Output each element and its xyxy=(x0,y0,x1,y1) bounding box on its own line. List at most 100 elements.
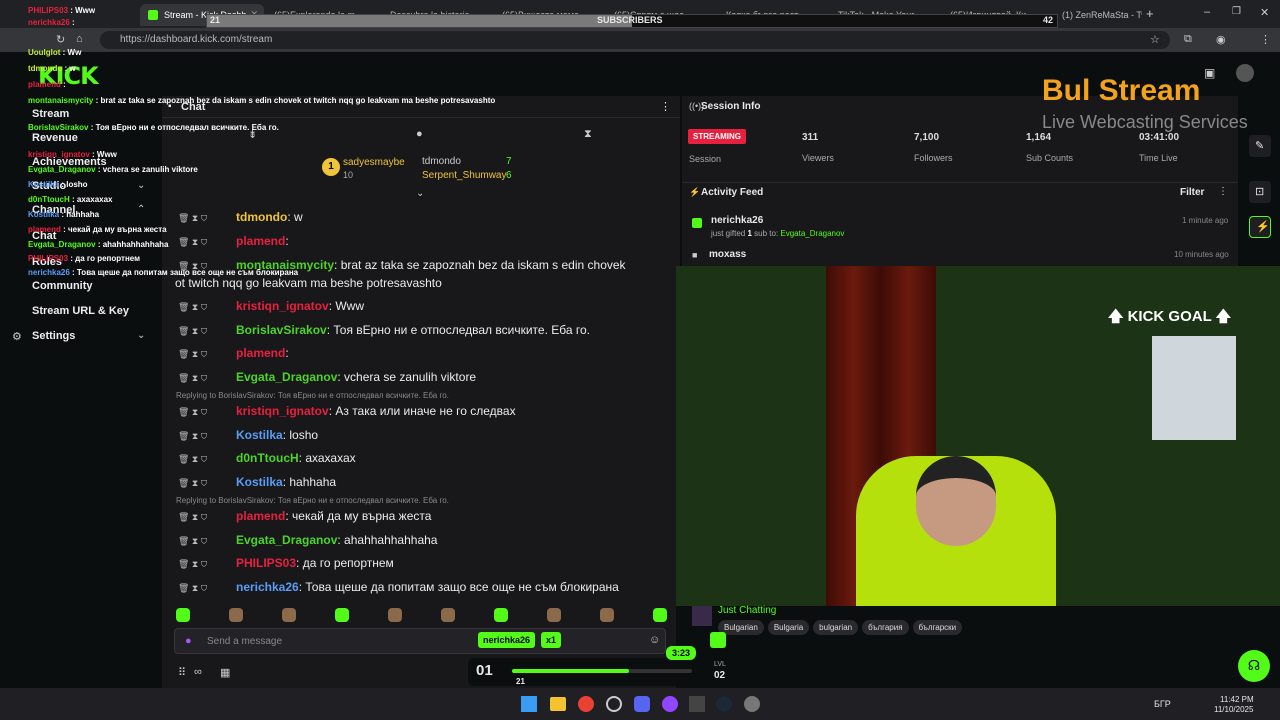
leader-user-2[interactable]: tdmondo xyxy=(422,156,461,167)
mod-actions-icon[interactable]: 🗑 ⧗ ⛉ xyxy=(178,512,236,523)
emote-icon[interactable] xyxy=(494,608,508,622)
chat-username[interactable]: Evgata_Draganov xyxy=(236,370,337,384)
settings-dots-icon[interactable]: ⠿ xyxy=(178,666,186,679)
mod-actions-icon[interactable]: 🗑 ⧗ ⛉ xyxy=(178,431,236,442)
windows-start-icon[interactable] xyxy=(521,696,537,712)
discord-icon[interactable] xyxy=(634,696,650,712)
mic-icon[interactable]: ● xyxy=(185,635,192,647)
tag-chip[interactable]: български xyxy=(912,620,963,635)
chat-username[interactable]: nerichka26 xyxy=(236,580,299,594)
chat-username[interactable]: montanaismycity xyxy=(236,258,334,272)
chat-mode-icon[interactable]: ● xyxy=(416,128,423,140)
app-icon[interactable] xyxy=(662,696,678,712)
mod-actions-icon[interactable]: 🗑 ⧗ ⛉ xyxy=(178,326,236,337)
chevron-down-icon[interactable]: ⌄ xyxy=(137,330,145,341)
kick-logo[interactable]: KICK xyxy=(38,62,99,90)
clock-time[interactable]: 11:42 PM xyxy=(1220,695,1254,704)
sidebar-item-stream-url[interactable]: Stream URL & Key xyxy=(32,305,129,317)
pin-icon[interactable]: ⇟ xyxy=(248,128,257,141)
chat-menu-icon[interactable]: ⋮ xyxy=(660,100,671,113)
obs-icon[interactable] xyxy=(606,696,622,712)
chat-input[interactable]: ● Send a message ☺ xyxy=(174,628,666,654)
expand-icon[interactable]: ⌄ xyxy=(416,188,424,199)
emote-icon[interactable] xyxy=(653,608,667,622)
mod-actions-icon[interactable]: 🗑 ⧗ ⛉ xyxy=(178,536,236,547)
mod-actions-icon[interactable]: 🗑 ⧗ ⛉ xyxy=(178,261,236,272)
sidebar-item-achievements[interactable]: Achievements xyxy=(32,156,107,168)
close-window-icon[interactable]: ✕ xyxy=(1260,6,1269,19)
chat-username[interactable]: plamend xyxy=(236,509,285,523)
language-indicator[interactable]: БГР xyxy=(1154,699,1171,709)
activity-user-2[interactable]: moxass xyxy=(709,249,746,260)
reload-icon[interactable]: ↻ xyxy=(56,33,65,46)
tag-chip[interactable]: Bulgaria xyxy=(767,620,810,635)
maximize-icon[interactable]: ❐ xyxy=(1232,6,1241,17)
mod-actions-icon[interactable]: 🗑 ⧗ ⛉ xyxy=(178,559,236,570)
sidebar-item-chat[interactable]: Chat xyxy=(32,230,56,242)
chat-username[interactable]: BorislavSirakov xyxy=(236,323,327,337)
mod-actions-icon[interactable]: 🗑 ⧗ ⛉ xyxy=(178,454,236,465)
tag-chip[interactable]: bulgarian xyxy=(813,620,859,635)
filter-button[interactable]: Filter xyxy=(1180,187,1204,198)
gift-icon[interactable]: ▦ xyxy=(220,666,230,679)
sidebar-item-roles[interactable]: Roles xyxy=(32,256,62,268)
stream-preview[interactable]: 🡅 KICK GOAL 🡅 xyxy=(676,266,1280,606)
steam-icon[interactable] xyxy=(716,696,732,712)
chat-username[interactable]: kristiqn_ignatov xyxy=(236,404,329,418)
sidebar-item-studio[interactable]: Studio xyxy=(32,180,66,192)
emote-icon[interactable] xyxy=(441,608,455,622)
home-icon[interactable]: ⌂ xyxy=(76,33,83,45)
emote-icon[interactable] xyxy=(388,608,402,622)
mod-actions-icon[interactable]: 🗑 ⧗ ⛉ xyxy=(178,478,236,489)
chat-username[interactable]: Evgata_Draganov xyxy=(236,533,337,547)
chat-username[interactable]: kristiqn_ignatov xyxy=(236,299,329,313)
mod-actions-icon[interactable]: 🗑 ⧗ ⛉ xyxy=(178,373,236,384)
chat-username[interactable]: plamend xyxy=(236,234,285,248)
quick-action-button[interactable]: ⚡ xyxy=(1249,216,1271,238)
emote-icon[interactable] xyxy=(229,608,243,622)
settings-icon[interactable] xyxy=(744,696,760,712)
browser-menu-icon[interactable]: ⋮ xyxy=(1260,33,1271,46)
category-name[interactable]: Just Chatting xyxy=(718,605,776,616)
terminal-icon[interactable] xyxy=(689,696,705,712)
activity-user-1[interactable]: nerichka26 xyxy=(711,215,763,226)
emote-icon[interactable] xyxy=(176,608,190,622)
infinity-icon[interactable]: ∞ xyxy=(194,666,202,678)
activity-menu-icon[interactable]: ⋮ xyxy=(1218,186,1228,197)
tag-chip[interactable]: българия xyxy=(862,620,909,635)
profile-icon[interactable]: ◉ xyxy=(1216,33,1226,46)
leader-user-3[interactable]: Serpent_Shumway xyxy=(422,170,507,181)
chat-username[interactable]: d0nTtoucH xyxy=(236,451,299,465)
leader-user-1[interactable]: sadyesmaybe xyxy=(343,157,405,168)
chat-username[interactable]: Kostilka xyxy=(236,475,283,489)
address-bar[interactable]: https://dashboard.kick.com/stream xyxy=(100,31,1170,49)
bookmark-star-icon[interactable]: ☆ xyxy=(1150,33,1160,46)
sidebar-item-revenue[interactable]: Revenue xyxy=(32,132,78,144)
chat-username[interactable]: Kostilka xyxy=(236,428,283,442)
mod-actions-icon[interactable]: 🗑 ⧗ ⛉ xyxy=(178,302,236,313)
mod-actions-icon[interactable]: 🗑 ⧗ ⛉ xyxy=(178,407,236,418)
emote-icon[interactable] xyxy=(547,608,561,622)
mod-actions-icon[interactable]: 🗑 ⧗ ⛉ xyxy=(178,237,236,248)
file-explorer-icon[interactable] xyxy=(550,697,566,711)
notifications-icon[interactable]: ▣ xyxy=(1204,66,1215,80)
sidebar-item-settings[interactable]: Settings xyxy=(32,330,75,342)
mod-actions-icon[interactable]: 🗑 ⧗ ⛉ xyxy=(178,213,236,224)
clock-date[interactable]: 11/10/2025 xyxy=(1214,705,1253,714)
sidebar-item-channel[interactable]: Channel xyxy=(32,204,75,216)
capture-button[interactable]: ⊡ xyxy=(1249,181,1271,203)
chevron-down-icon[interactable]: ⌄ xyxy=(137,180,145,191)
chrome-icon[interactable] xyxy=(578,696,594,712)
tv-icon[interactable] xyxy=(710,632,726,648)
minimize-icon[interactable]: – xyxy=(1204,6,1210,18)
chat-username[interactable]: tdmondo xyxy=(236,210,287,224)
user-avatar[interactable] xyxy=(1236,64,1254,82)
slow-mode-icon[interactable]: ⧗ xyxy=(584,128,592,141)
mod-actions-icon[interactable]: 🗑 ⧗ ⛉ xyxy=(178,349,236,360)
chat-username[interactable]: PHILIPS03 xyxy=(236,556,296,570)
edit-button[interactable]: ✎ xyxy=(1249,135,1271,157)
sidebar-item-community[interactable]: Community xyxy=(32,280,93,292)
new-tab-icon[interactable]: + xyxy=(1146,6,1154,21)
chat-username[interactable]: plamend xyxy=(236,346,285,360)
extensions-icon[interactable]: ⧉ xyxy=(1184,33,1192,46)
